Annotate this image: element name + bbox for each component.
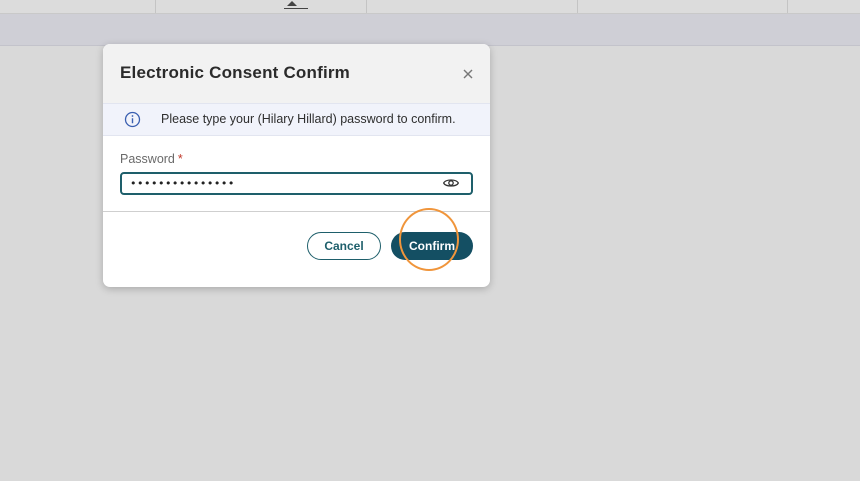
- password-field[interactable]: [120, 172, 473, 195]
- electronic-consent-dialog: Electronic Consent Confirm Please type y…: [103, 44, 490, 287]
- sort-indicator-line: [284, 8, 308, 9]
- info-banner: Please type your (Hilary Hillard) passwo…: [103, 103, 490, 136]
- background-grid-header: [0, 0, 860, 14]
- column-separator: [577, 0, 578, 13]
- column-separator: [787, 0, 788, 13]
- password-input[interactable]: [130, 174, 430, 193]
- sort-ascending-icon: [287, 1, 297, 6]
- dialog-title: Electronic Consent Confirm: [120, 63, 351, 82]
- column-separator: [155, 0, 156, 13]
- confirm-button[interactable]: Confirm: [391, 232, 473, 260]
- info-message: Please type your (Hilary Hillard) passwo…: [161, 112, 456, 126]
- required-marker: *: [177, 152, 183, 166]
- info-icon: [124, 111, 141, 128]
- password-label-text: Password: [120, 152, 175, 166]
- column-separator: [366, 0, 367, 13]
- eye-icon[interactable]: [442, 176, 460, 190]
- password-label: Password *: [120, 152, 183, 166]
- dialog-header: Electronic Consent Confirm: [103, 44, 490, 103]
- cancel-button[interactable]: Cancel: [307, 232, 381, 260]
- footer-divider: [103, 211, 490, 212]
- close-icon[interactable]: [460, 66, 476, 82]
- background-toolbar: [0, 14, 860, 46]
